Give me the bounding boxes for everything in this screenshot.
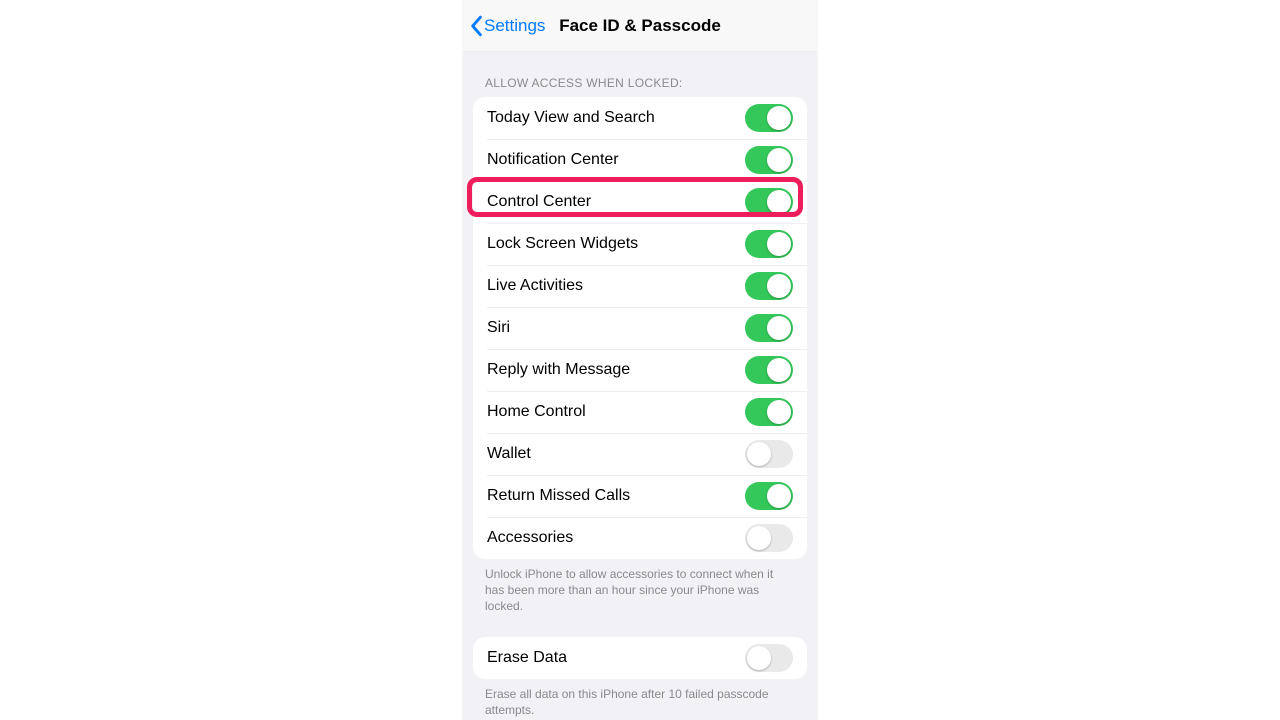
toggle-knob xyxy=(747,646,771,670)
row-label: Wallet xyxy=(487,445,531,463)
toggle-switch[interactable] xyxy=(745,104,793,132)
row-label: Siri xyxy=(487,319,510,337)
toggle-switch[interactable] xyxy=(745,440,793,468)
settings-row: Siri xyxy=(473,307,807,349)
settings-row: Erase Data xyxy=(473,637,807,679)
row-label: Accessories xyxy=(487,529,573,547)
nav-title: Face ID & Passcode xyxy=(559,16,721,36)
settings-row: Lock Screen Widgets xyxy=(473,223,807,265)
toggle-switch[interactable] xyxy=(745,188,793,216)
toggle-knob xyxy=(767,484,791,508)
row-label: Return Missed Calls xyxy=(487,487,630,505)
toggle-knob xyxy=(767,274,791,298)
back-button[interactable]: Settings xyxy=(463,15,545,37)
settings-row: Return Missed Calls xyxy=(473,475,807,517)
toggle-knob xyxy=(767,106,791,130)
back-label: Settings xyxy=(484,16,545,36)
row-label: Live Activities xyxy=(487,277,583,295)
settings-row: Wallet xyxy=(473,433,807,475)
toggle-knob xyxy=(767,358,791,382)
toggle-switch[interactable] xyxy=(745,314,793,342)
toggle-knob xyxy=(767,148,791,172)
scroll-area[interactable]: ALLOW ACCESS WHEN LOCKED: Today View and… xyxy=(463,52,817,720)
row-label: Lock Screen Widgets xyxy=(487,235,638,253)
toggle-switch[interactable] xyxy=(745,230,793,258)
navbar: Settings Face ID & Passcode xyxy=(463,0,817,52)
toggle-knob xyxy=(767,400,791,424)
toggle-switch[interactable] xyxy=(745,272,793,300)
erase-data-group: Erase Data xyxy=(473,637,807,679)
settings-row: Home Control xyxy=(473,391,807,433)
row-label: Notification Center xyxy=(487,151,619,169)
row-label: Today View and Search xyxy=(487,109,655,127)
erase-footer-1: Erase all data on this iPhone after 10 f… xyxy=(463,679,817,718)
allow-access-group: Today View and Search Notification Center… xyxy=(473,97,807,559)
toggle-knob xyxy=(767,232,791,256)
toggle-knob xyxy=(767,190,791,214)
toggle-knob xyxy=(767,316,791,340)
settings-row: Today View and Search xyxy=(473,97,807,139)
settings-row: Live Activities xyxy=(473,265,807,307)
toggle-knob xyxy=(747,526,771,550)
toggle-switch[interactable] xyxy=(745,356,793,384)
chevron-left-icon xyxy=(469,15,483,37)
row-label: Reply with Message xyxy=(487,361,630,379)
toggle-switch[interactable] xyxy=(745,482,793,510)
accessories-footer: Unlock iPhone to allow accessories to co… xyxy=(463,559,817,615)
section-header-allow-access: ALLOW ACCESS WHEN LOCKED: xyxy=(463,52,817,97)
settings-screen: Settings Face ID & Passcode ALLOW ACCESS… xyxy=(463,0,817,720)
toggle-switch[interactable] xyxy=(745,146,793,174)
settings-row: Accessories xyxy=(473,517,807,559)
settings-row: Notification Center xyxy=(473,139,807,181)
row-label: Home Control xyxy=(487,403,586,421)
toggle-switch[interactable] xyxy=(745,644,793,672)
settings-row: Control Center xyxy=(473,181,807,223)
row-label: Control Center xyxy=(487,193,591,211)
row-label: Erase Data xyxy=(487,649,567,667)
toggle-switch[interactable] xyxy=(745,524,793,552)
toggle-knob xyxy=(747,442,771,466)
settings-row: Reply with Message xyxy=(473,349,807,391)
toggle-switch[interactable] xyxy=(745,398,793,426)
